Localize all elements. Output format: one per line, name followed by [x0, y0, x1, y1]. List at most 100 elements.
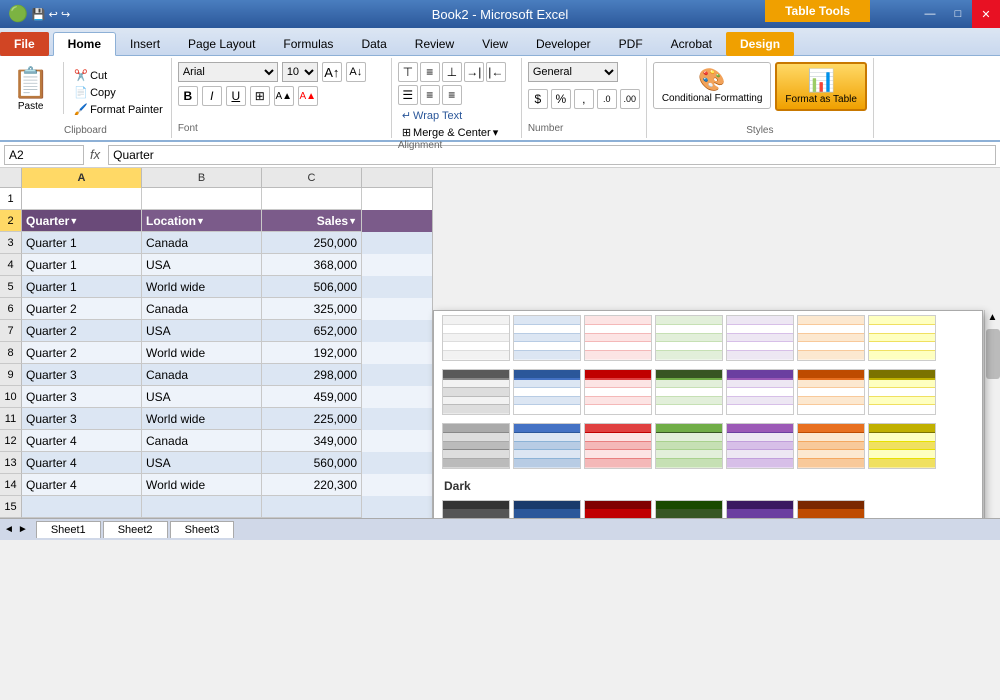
font-size-select[interactable]: 10 — [282, 62, 318, 82]
style-swatch[interactable] — [797, 500, 865, 518]
bold-button[interactable]: B — [178, 86, 198, 106]
style-swatch[interactable] — [584, 315, 652, 361]
fill-color-button[interactable]: A▲ — [274, 86, 294, 106]
align-left-button[interactable]: ☰ — [398, 85, 418, 105]
style-swatch[interactable] — [513, 369, 581, 415]
cell-a9[interactable]: Quarter 3 — [22, 364, 142, 386]
formula-input[interactable] — [108, 145, 996, 165]
tab-insert[interactable]: Insert — [116, 32, 174, 56]
cell-c4[interactable]: 368,000 — [262, 254, 362, 276]
cell-c8[interactable]: 192,000 — [262, 342, 362, 364]
tab-pdf[interactable]: PDF — [605, 32, 657, 56]
tab-file[interactable]: File — [0, 32, 49, 56]
cell-b14[interactable]: World wide — [142, 474, 262, 496]
font-name-select[interactable]: Arial — [178, 62, 278, 82]
style-swatch[interactable] — [442, 423, 510, 469]
format-as-table-button[interactable]: 📊 Format as Table — [775, 62, 867, 111]
font-color-button[interactable]: A▲ — [298, 86, 318, 106]
tab-data[interactable]: Data — [347, 32, 400, 56]
tab-page-layout[interactable]: Page Layout — [174, 32, 269, 56]
cell-c11[interactable]: 225,000 — [262, 408, 362, 430]
cell-a15[interactable] — [22, 496, 142, 518]
cell-a12[interactable]: Quarter 4 — [22, 430, 142, 452]
increase-decimal-button[interactable]: .00 — [620, 89, 640, 109]
cell-a7[interactable]: Quarter 2 — [22, 320, 142, 342]
cell-a13[interactable]: Quarter 4 — [22, 452, 142, 474]
minimize-btn[interactable]: — — [916, 0, 944, 28]
style-swatch[interactable] — [655, 423, 723, 469]
cell-b11[interactable]: World wide — [142, 408, 262, 430]
cell-c3[interactable]: 250,000 — [262, 232, 362, 254]
tab-review[interactable]: Review — [401, 32, 468, 56]
tab-scroll-left[interactable]: ◄ — [4, 524, 14, 535]
cell-a5[interactable]: Quarter 1 — [22, 276, 142, 298]
style-swatch[interactable] — [797, 369, 865, 415]
style-swatch[interactable] — [726, 369, 794, 415]
cell-b15[interactable] — [142, 496, 262, 518]
cell-b7[interactable]: USA — [142, 320, 262, 342]
align-bottom-button[interactable]: ⊥ — [442, 62, 462, 82]
cell-b3[interactable]: Canada — [142, 232, 262, 254]
cell-c7[interactable]: 652,000 — [262, 320, 362, 342]
tab-home[interactable]: Home — [53, 32, 116, 56]
style-swatch[interactable] — [584, 500, 652, 518]
copy-button[interactable]: 📄 Copy — [70, 85, 166, 100]
cell-c5[interactable]: 506,000 — [262, 276, 362, 298]
italic-button[interactable]: I — [202, 86, 222, 106]
underline-button[interactable]: U — [226, 86, 246, 106]
style-swatch[interactable] — [442, 315, 510, 361]
indent-button[interactable]: →| — [464, 62, 484, 82]
style-swatch[interactable] — [513, 423, 581, 469]
outdent-button[interactable]: |← — [486, 62, 506, 82]
paste-button[interactable]: 📋 Paste — [4, 64, 57, 114]
cell-a6[interactable]: Quarter 2 — [22, 298, 142, 320]
style-swatch[interactable] — [868, 423, 936, 469]
cell-a2[interactable]: Quarter ▼ — [22, 210, 142, 232]
style-swatch[interactable] — [513, 500, 581, 518]
cell-a3[interactable]: Quarter 1 — [22, 232, 142, 254]
comma-button[interactable]: , — [574, 89, 594, 109]
conditional-formatting-button[interactable]: 🎨 Conditional Formatting — [653, 62, 772, 109]
cell-c13[interactable]: 560,000 — [262, 452, 362, 474]
maximize-btn[interactable]: □ — [944, 0, 972, 28]
cut-button[interactable]: ✂️ Cut — [70, 68, 166, 83]
cell-b9[interactable]: Canada — [142, 364, 262, 386]
number-format-select[interactable]: General — [528, 62, 618, 82]
cell-c2[interactable]: Sales ▼ — [262, 210, 362, 232]
currency-button[interactable]: $ — [528, 89, 548, 109]
cell-b2[interactable]: Location ▼ — [142, 210, 262, 232]
cell-a14[interactable]: Quarter 4 — [22, 474, 142, 496]
quick-access-toolbar[interactable]: 💾 ↩ ↪ — [32, 4, 70, 24]
cell-b1[interactable] — [142, 188, 262, 210]
cell-a8[interactable]: Quarter 2 — [22, 342, 142, 364]
cell-c15[interactable] — [262, 496, 362, 518]
style-swatch[interactable] — [868, 369, 936, 415]
tab-design[interactable]: Design — [726, 32, 794, 56]
align-top-button[interactable]: ⊤ — [398, 62, 418, 82]
cell-b13[interactable]: USA — [142, 452, 262, 474]
border-button[interactable]: ⊞ — [250, 86, 270, 106]
cell-b6[interactable]: Canada — [142, 298, 262, 320]
align-right-button[interactable]: ≡ — [442, 85, 462, 105]
cell-b8[interactable]: World wide — [142, 342, 262, 364]
cell-b12[interactable]: Canada — [142, 430, 262, 452]
sheet-tab-1[interactable]: Sheet1 — [36, 521, 101, 538]
cell-reference-input[interactable] — [4, 145, 84, 165]
style-swatch[interactable] — [655, 369, 723, 415]
sheet-tab-3[interactable]: Sheet3 — [170, 521, 235, 538]
align-middle-button[interactable]: ≡ — [420, 62, 440, 82]
align-center-button[interactable]: ≡ — [420, 85, 440, 105]
style-swatch[interactable] — [655, 315, 723, 361]
dropdown-scrollbar[interactable]: ▲ ▼ — [984, 310, 1000, 518]
cell-c12[interactable]: 349,000 — [262, 430, 362, 452]
col-header-c[interactable]: C — [262, 168, 362, 188]
window-controls[interactable]: — □ ✕ — [916, 0, 1000, 28]
cell-c14[interactable]: 220,300 — [262, 474, 362, 496]
style-swatch[interactable] — [726, 423, 794, 469]
cell-b4[interactable]: USA — [142, 254, 262, 276]
col-header-b[interactable]: B — [142, 168, 262, 188]
cell-a11[interactable]: Quarter 3 — [22, 408, 142, 430]
merge-center-button[interactable]: ⊞ Merge & Center ▾ — [398, 125, 502, 140]
tab-developer[interactable]: Developer — [522, 32, 605, 56]
tab-formulas[interactable]: Formulas — [269, 32, 347, 56]
